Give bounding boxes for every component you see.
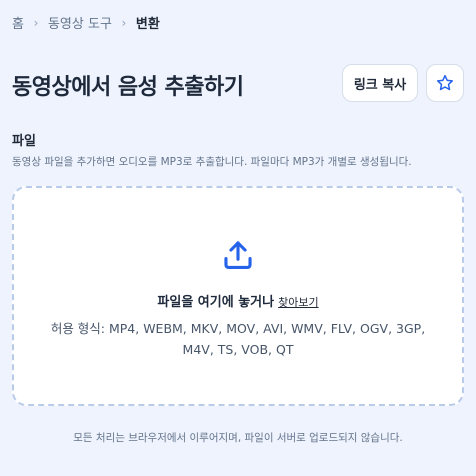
breadcrumb: 홈 › 동영상 도구 › 변환 (12, 13, 160, 33)
privacy-footnote: 모든 처리는 브라우저에서 이루어지며, 파일이 서버로 업로드되지 않습니다. (73, 432, 403, 444)
drop-prompt: 파일을 여기에 놓거나 찾아보기 (14, 291, 462, 310)
breadcrumb-video-tools[interactable]: 동영상 도구 (48, 13, 112, 32)
breadcrumb-separator: › (121, 15, 127, 30)
file-section-description: 동영상 파일을 추가하면 오디오를 MP3로 추출합니다. 파일마다 MP3가 … (12, 156, 412, 168)
file-section-label: 파일 (12, 134, 36, 149)
breadcrumb-home[interactable]: 홈 (12, 13, 24, 32)
page: 홈 › 동영상 도구 › 변환 동영상에서 음성 추출하기 링크 복사 파일 동… (0, 0, 476, 476)
breadcrumb-separator: › (33, 15, 39, 30)
file-dropzone[interactable]: 파일을 여기에 놓거나 찾아보기 허용 형식: MP4, WEBM, MKV, M… (12, 186, 464, 406)
browse-link[interactable]: 찾아보기 (278, 296, 318, 309)
star-icon (435, 73, 455, 93)
allowed-formats: 허용 형식: MP4, WEBM, MKV, MOV, AVI, WMV, FL… (50, 321, 426, 357)
page-title: 동영상에서 음성 추출하기 (12, 75, 244, 100)
page-header: 동영상에서 음성 추출하기 링크 복사 (12, 63, 464, 105)
copy-link-button[interactable]: 링크 복사 (342, 64, 418, 102)
favorite-button[interactable] (426, 64, 464, 102)
drop-prompt-text: 파일을 여기에 놓거나 (157, 295, 275, 310)
breadcrumb-current: 변환 (135, 17, 160, 32)
upload-icon (221, 238, 255, 272)
